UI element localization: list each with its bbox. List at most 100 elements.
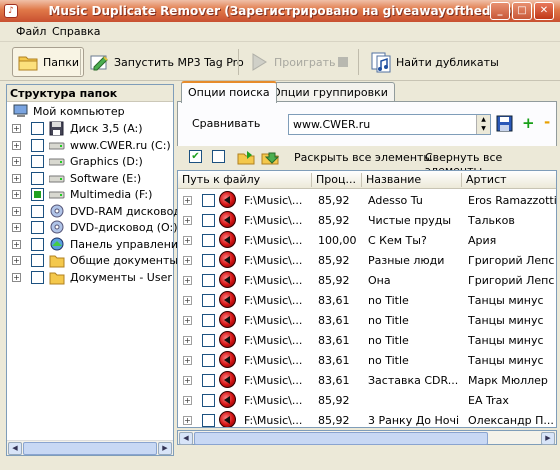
scroll-thumb[interactable] — [194, 432, 488, 445]
expand-icon[interactable]: + — [12, 239, 21, 249]
tree-item[interactable]: + DVD-RAM дисковод — [7, 203, 181, 220]
expand-icon[interactable]: + — [12, 140, 21, 150]
expand-icon[interactable]: + — [12, 206, 21, 216]
expand-icon[interactable]: + — [183, 336, 192, 345]
tree-horizontal-scrollbar[interactable]: ◀ ▶ — [7, 440, 173, 455]
tab-search-options[interactable]: Опции поиска — [181, 81, 277, 103]
tree-checkbox[interactable] — [31, 155, 44, 168]
tree-item[interactable]: + Общие документы — [7, 252, 178, 269]
tree-item[interactable]: + Документы - User — [7, 269, 173, 286]
expand-icon[interactable]: + — [12, 272, 21, 282]
table-row[interactable]: + F:\Music\... 85,92 3 Ранку До Ночі Олексан… — [178, 410, 556, 427]
maximize-button[interactable]: □ — [512, 2, 532, 20]
scroll-right-arrow[interactable]: ▶ — [158, 442, 172, 455]
close-button[interactable]: ✕ — [534, 2, 554, 20]
expand-icon[interactable]: + — [183, 316, 192, 325]
column-header-percent[interactable]: Проц... — [312, 173, 362, 187]
tree-checkbox[interactable] — [31, 204, 44, 218]
tree-checkbox[interactable] — [31, 221, 44, 234]
column-header-artist[interactable]: Артист — [462, 173, 556, 187]
play-button[interactable]: Проиграть — [244, 47, 340, 77]
tree-item[interactable]: + Software (E:) — [7, 170, 173, 187]
tab-grouping-options[interactable]: Опции группировки — [265, 82, 395, 102]
table-row[interactable]: + F:\Music\... 85,92 Разные люди Григорий Ле… — [178, 250, 556, 270]
expand-icon[interactable]: + — [183, 356, 192, 365]
table-row[interactable]: + F:\Music\... 85,92 Чистые пруды Тальков — [178, 210, 556, 230]
tree-checkbox[interactable] — [31, 254, 44, 267]
row-checkbox[interactable] — [202, 414, 215, 427]
check-all-icon[interactable]: ✔ — [189, 150, 202, 163]
tree-item[interactable]: + DVD-дисковод (O:) — [7, 219, 178, 236]
title-bar[interactable]: ♪ Music Duplicate Remover (Зарегистриров… — [0, 0, 560, 22]
remove-icon[interactable]: - — [544, 113, 550, 131]
expand-icon[interactable]: + — [12, 173, 21, 183]
expand-icon[interactable]: + — [183, 396, 192, 405]
find-duplicates-button[interactable]: Найти дубликаты — [366, 47, 503, 77]
stop-button[interactable] — [334, 47, 352, 77]
expand-icon[interactable]: + — [183, 276, 192, 285]
expand-icon[interactable]: + — [183, 376, 192, 385]
expand-icon[interactable]: + — [183, 216, 192, 225]
table-row[interactable]: + F:\Music\... 83,61 Заставка CDR... Марк Мю… — [178, 370, 556, 390]
expand-icon[interactable]: + — [12, 223, 21, 232]
expand-icon[interactable]: + — [183, 236, 192, 245]
row-checkbox[interactable] — [202, 374, 215, 387]
column-header-title[interactable]: Название — [362, 173, 462, 187]
combo-spin-icon[interactable]: ▲ ▼ — [476, 115, 490, 134]
row-checkbox[interactable] — [202, 394, 215, 407]
tree-checkbox[interactable] — [31, 171, 44, 185]
run-tagpro-button[interactable]: Запустить MP3 Tag Pro — [84, 47, 248, 77]
menu-file[interactable]: Файл — [16, 25, 46, 38]
row-checkbox[interactable] — [202, 234, 215, 247]
folders-button[interactable]: Папки — [12, 47, 84, 77]
expand-icon[interactable]: + — [183, 256, 192, 265]
expand-icon[interactable]: + — [12, 256, 21, 265]
tree-item[interactable]: + Multimedia (F:) — [7, 186, 173, 203]
tree-item[interactable]: + www.CWER.ru (C:) — [7, 137, 173, 154]
select-folder-icon[interactable] — [237, 148, 255, 169]
table-row[interactable]: + F:\Music\... 83,61 no Title Танцы минус — [178, 330, 556, 350]
table-row[interactable]: + F:\Music\... 85,92 Она Григорий Лепс — [178, 270, 556, 290]
minimize-button[interactable]: _ — [490, 2, 510, 20]
table-row[interactable]: + F:\Music\... 85,92 Adesso Tu Eros Ramazzot… — [178, 190, 556, 210]
row-checkbox[interactable] — [202, 314, 215, 327]
scroll-left-arrow[interactable]: ◀ — [179, 432, 193, 445]
tree-item[interactable]: + Панель управления — [7, 236, 185, 253]
tree-checkbox[interactable] — [31, 122, 44, 135]
row-checkbox[interactable] — [202, 354, 215, 367]
expand-icon[interactable]: + — [183, 296, 192, 305]
expand-icon[interactable]: + — [12, 157, 21, 166]
table-row[interactable]: + F:\Music\... 100,00 С Кем Ты? Ария — [178, 230, 556, 250]
table-row[interactable]: + F:\Music\... 83,61 no Title Танцы минус — [178, 290, 556, 310]
scroll-left-arrow[interactable]: ◀ — [8, 442, 22, 455]
row-checkbox[interactable] — [202, 294, 215, 307]
add-icon[interactable]: + — [522, 114, 535, 132]
scroll-thumb[interactable] — [23, 442, 157, 455]
expand-icon[interactable]: + — [183, 196, 192, 205]
expand-all-button[interactable]: Раскрыть все элементы — [294, 151, 432, 164]
table-row[interactable]: + F:\Music\... 83,61 no Title Танцы минус — [178, 350, 556, 370]
tree-checkbox[interactable] — [31, 138, 44, 152]
menu-help[interactable]: Справка — [52, 25, 100, 38]
tree-checkbox[interactable] — [31, 188, 44, 201]
tree-checkbox[interactable] — [31, 237, 44, 251]
uncheck-all-icon[interactable] — [212, 150, 225, 163]
compare-select[interactable]: www.CWER.ru ▲ ▼ — [288, 114, 491, 135]
tree-item-my-computer[interactable]: Мой компьютер — [7, 103, 173, 120]
scroll-right-arrow[interactable]: ▶ — [541, 432, 555, 445]
table-row[interactable]: + F:\Music\... 83,61 no Title Танцы минус — [178, 310, 556, 330]
tree-item[interactable]: + Диск 3,5 (A:) — [7, 120, 173, 137]
tree-item[interactable]: + Graphics (D:) — [7, 153, 173, 170]
expand-icon[interactable]: + — [12, 124, 21, 133]
row-checkbox[interactable] — [202, 254, 215, 267]
save-icon[interactable] — [496, 115, 514, 136]
expand-icon[interactable]: + — [183, 416, 192, 425]
row-checkbox[interactable] — [202, 274, 215, 287]
expand-icon[interactable]: + — [12, 190, 21, 199]
row-checkbox[interactable] — [202, 194, 215, 207]
row-checkbox[interactable] — [202, 214, 215, 227]
select-duplicates-icon[interactable] — [261, 148, 280, 169]
column-header-path[interactable]: Путь к файлу — [178, 173, 312, 187]
tree-checkbox[interactable] — [31, 270, 44, 284]
table-row[interactable]: + F:\Music\... 85,92 EA Trax — [178, 390, 556, 410]
